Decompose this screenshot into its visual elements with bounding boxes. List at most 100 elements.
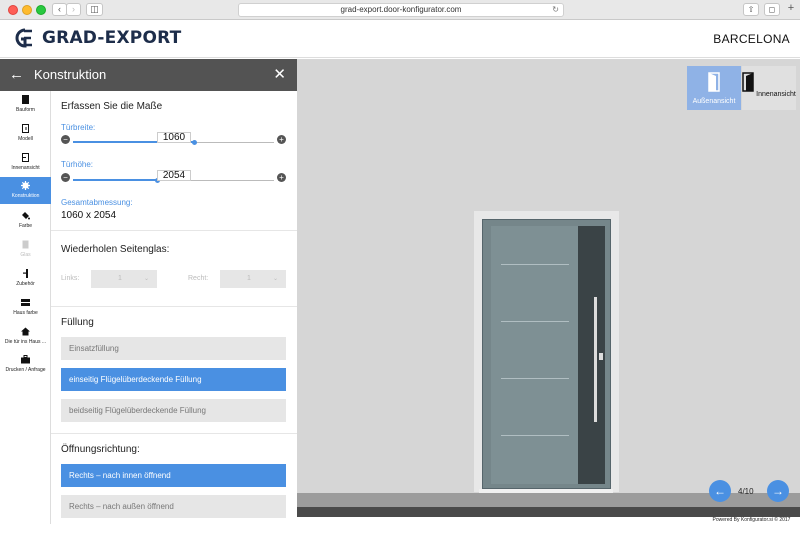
url-bar[interactable]: grad-export.door-konfigurator.com ↻ [238, 3, 564, 17]
door-leaf [491, 226, 578, 484]
sideglass-right-select: 1 ⌄ [220, 270, 286, 288]
tabs-overview-icon[interactable]: ◻ [764, 3, 780, 16]
inside-view-button[interactable]: Innenansicht [742, 66, 796, 110]
nav-item-bauform[interactable]: Bauform [0, 91, 51, 118]
sideglass-left-label: Links: [61, 275, 80, 282]
share-icon[interactable]: ⇧ [743, 3, 759, 16]
door-preview: Außenansicht Innenansicht ← 4/10 → [297, 59, 800, 517]
door-exit-icon [708, 72, 720, 92]
brand-logo-icon [15, 28, 32, 48]
door-groove [501, 264, 569, 265]
house-icon [21, 327, 30, 336]
filling-option[interactable]: Einsatzfüllung [61, 337, 286, 360]
paint-bucket-icon [22, 212, 30, 220]
select-value: 1 [247, 275, 251, 282]
panel-title: Konstruktion [34, 67, 107, 82]
square-icon [22, 95, 29, 104]
door-width-value-field[interactable]: 1060 [157, 132, 191, 143]
minimize-window-icon[interactable] [22, 5, 32, 15]
outside-view-label: Außenansicht [692, 98, 736, 105]
brand-name: GRAD-EXPORT [42, 28, 182, 48]
browser-back-button[interactable]: ‹ [52, 3, 67, 16]
pager-count: 4/10 [738, 487, 754, 496]
slider-thumb[interactable] [191, 140, 197, 145]
filling-option[interactable]: beidseitig Flügelüberdeckende Füllung [61, 399, 286, 422]
nav-item-farbe[interactable]: Farbe [0, 207, 51, 234]
nav-item-zubehoer[interactable]: Zubehör [0, 265, 51, 292]
door-inside-icon [22, 153, 29, 162]
select-value: 1 [118, 275, 122, 282]
door-width-slider[interactable]: − 1060 + [61, 132, 286, 146]
close-icon[interactable]: ✕ [273, 65, 286, 83]
chevron-down-icon: ⌄ [143, 276, 149, 282]
door-lock [599, 353, 603, 360]
nav-item-drucken-anfrage[interactable]: Drucken / Anfrage [0, 351, 51, 378]
minus-icon[interactable]: − [61, 135, 70, 144]
door-groove [501, 435, 569, 436]
nav-item-label: Drucken / Anfrage [5, 367, 46, 373]
browser-forward-button[interactable]: › [66, 3, 81, 16]
sideglass-section-title: Wiederholen Seitenglas: [61, 244, 170, 255]
nav-item-label: Glas [20, 252, 31, 258]
filling-section-title: Füllung [61, 317, 94, 328]
minus-icon[interactable]: − [61, 173, 70, 182]
nav-item-modell[interactable]: Modell [0, 120, 51, 147]
sideglass-right-label: Recht: [188, 275, 209, 282]
divider [51, 306, 297, 307]
door-height-slider[interactable]: − 2054 + [61, 170, 286, 184]
slider-fill [73, 179, 158, 181]
door-render [482, 219, 611, 489]
plus-icon[interactable]: + [277, 173, 286, 182]
nav-item-glas: Glas [0, 236, 51, 263]
nav-item-label: Farbe [18, 223, 33, 229]
divider [51, 230, 297, 231]
site-header: GRAD-EXPORT BARCELONA [0, 20, 800, 58]
nav-item-label: Konstruktion [11, 193, 40, 199]
next-arrow-button[interactable]: → [767, 480, 789, 502]
opening-option-selected[interactable]: Rechts – nach innen öffnend [61, 464, 286, 487]
maximize-window-icon[interactable] [36, 5, 46, 15]
brand-logo[interactable]: GRAD-EXPORT [12, 27, 181, 49]
sidebar-toggle-icon[interactable]: ◫ [86, 3, 103, 16]
powered-by-text: Powered By Konfigurator.si © 2017 [703, 517, 800, 524]
measure-section-title: Erfassen Sie die Maße [61, 101, 163, 112]
door-width-label: Türbreite: [61, 123, 96, 132]
nav-item-label: Innenansicht [11, 165, 40, 171]
previous-arrow-button[interactable]: ← [709, 480, 731, 502]
door-height-value-field[interactable]: 2054 [157, 170, 191, 181]
nav-item-konstruktion[interactable]: Konstruktion [0, 177, 51, 204]
door-groove [501, 378, 569, 379]
door-enter-icon [742, 72, 754, 92]
nav-item-haus[interactable]: Die tür ins Haus ... [0, 323, 51, 350]
door-handle [594, 297, 597, 422]
filling-option-selected[interactable]: einseitig Flügelüberdeckende Füllung [61, 368, 286, 391]
glass-icon [22, 240, 29, 249]
outside-view-button[interactable]: Außenansicht [687, 66, 741, 110]
door-height-label: Türhöhe: [61, 160, 94, 169]
house-color-icon [21, 299, 30, 306]
product-name: BARCELONA [713, 32, 790, 46]
new-tab-icon[interactable]: + [785, 3, 797, 16]
back-arrow-icon[interactable]: ← [9, 66, 24, 84]
divider [51, 433, 297, 434]
close-window-icon[interactable] [8, 5, 18, 15]
opening-option[interactable]: Rechts – nach außen öffnend [61, 495, 286, 518]
ground-paving [297, 507, 800, 517]
plus-icon[interactable]: + [277, 135, 286, 144]
nav-item-label: Die tür ins Haus ... [4, 339, 47, 345]
nav-item-label: Bauform [16, 107, 35, 113]
reload-icon[interactable]: ↻ [552, 4, 559, 16]
nav-item-label: Modell [18, 136, 33, 142]
nav-item-label: Haus farbe [13, 310, 38, 316]
nav-item-innenansicht[interactable]: Innenansicht [0, 149, 51, 176]
nav-item-haus-farbe[interactable]: Haus farbe [0, 294, 51, 321]
briefcase-icon [21, 355, 30, 364]
sideglass-left-select: 1 ⌄ [91, 270, 157, 288]
configuration-form: Erfassen Sie die Maße Türbreite: − 1060 … [51, 91, 297, 524]
nav-item-label: Zubehör [16, 281, 35, 287]
browser-chrome: ‹ › ◫ grad-export.door-konfigurator.com … [0, 0, 800, 20]
chevron-down-icon: ⌄ [272, 276, 278, 282]
door-groove [501, 321, 569, 322]
panel-header: ← Konstruktion ✕ [0, 59, 297, 91]
opening-section-title: Öffnungsrichtung: [61, 444, 140, 455]
